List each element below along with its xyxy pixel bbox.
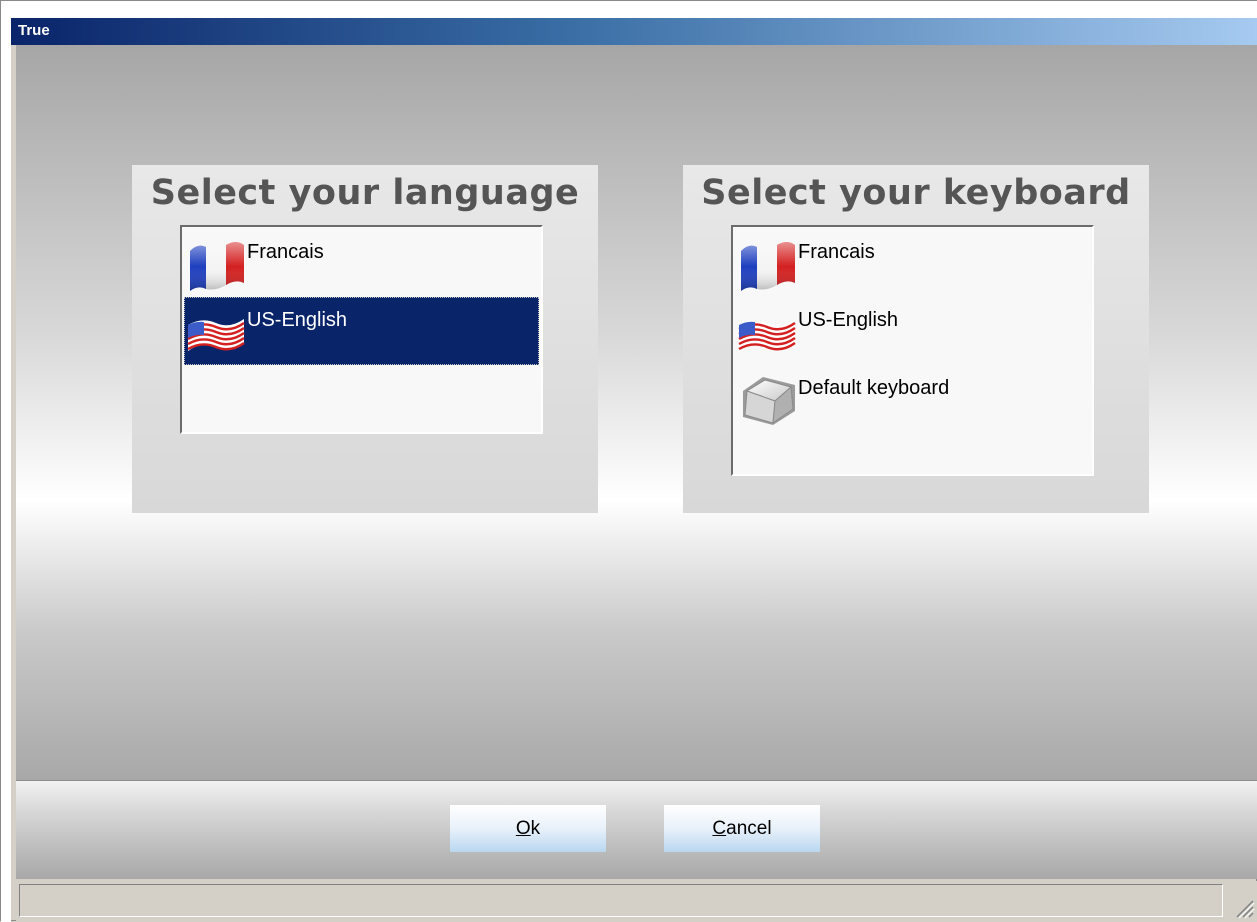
keyboard-item-label: US-English xyxy=(798,309,899,331)
title-bar[interactable]: True xyxy=(11,18,1257,45)
ok-button[interactable]: Ok xyxy=(450,805,606,852)
keyboard-item-label: Default keyboard xyxy=(798,377,950,399)
resize-grip-icon[interactable] xyxy=(1233,897,1255,919)
cancel-button[interactable]: Cancel xyxy=(664,805,820,852)
language-item-us-english[interactable]: US-English xyxy=(184,297,539,365)
language-heading: Select your language xyxy=(150,173,580,213)
us-flag-icon xyxy=(738,319,796,351)
window-title: True xyxy=(18,22,50,39)
keyboard-item-francais[interactable]: Francais xyxy=(735,229,1090,297)
ok-label-rest: k xyxy=(530,817,541,839)
language-item-label: US-English xyxy=(247,309,348,331)
language-list[interactable]: Francais US-English xyxy=(180,225,543,434)
cancel-mnemonic: C xyxy=(712,817,727,839)
keyboard-list[interactable]: Francais US-English Default keyboard xyxy=(731,225,1094,476)
keyboard-item-label: Francais xyxy=(798,241,875,263)
france-flag-icon xyxy=(741,242,795,291)
language-item-francais[interactable]: Francais xyxy=(184,229,539,297)
desktop-strip-top xyxy=(1,1,1257,18)
language-item-label: Francais xyxy=(247,241,324,263)
keyboard-panel: Select your keyboard Francais US-English… xyxy=(683,165,1149,513)
desktop-strip-left xyxy=(1,18,11,922)
language-panel: Select your language Francais US-English xyxy=(132,165,598,513)
cancel-label-rest: ancel xyxy=(726,817,772,839)
main-area: Select your language Francais US-English… xyxy=(16,45,1257,780)
keyboard-key-icon xyxy=(743,377,795,425)
keyboard-item-default[interactable]: Default keyboard xyxy=(735,365,1090,433)
status-field xyxy=(19,884,1223,917)
keyboard-item-us-english[interactable]: US-English xyxy=(735,297,1090,365)
button-bar: Ok Cancel xyxy=(16,780,1257,879)
us-flag-icon xyxy=(187,319,245,351)
keyboard-heading: Select your keyboard xyxy=(701,173,1131,213)
france-flag-icon xyxy=(190,242,244,291)
ok-mnemonic: O xyxy=(515,817,531,839)
status-bar xyxy=(16,881,1257,921)
language-dialog-window: True Select your language Francais US-En… xyxy=(0,0,1257,922)
